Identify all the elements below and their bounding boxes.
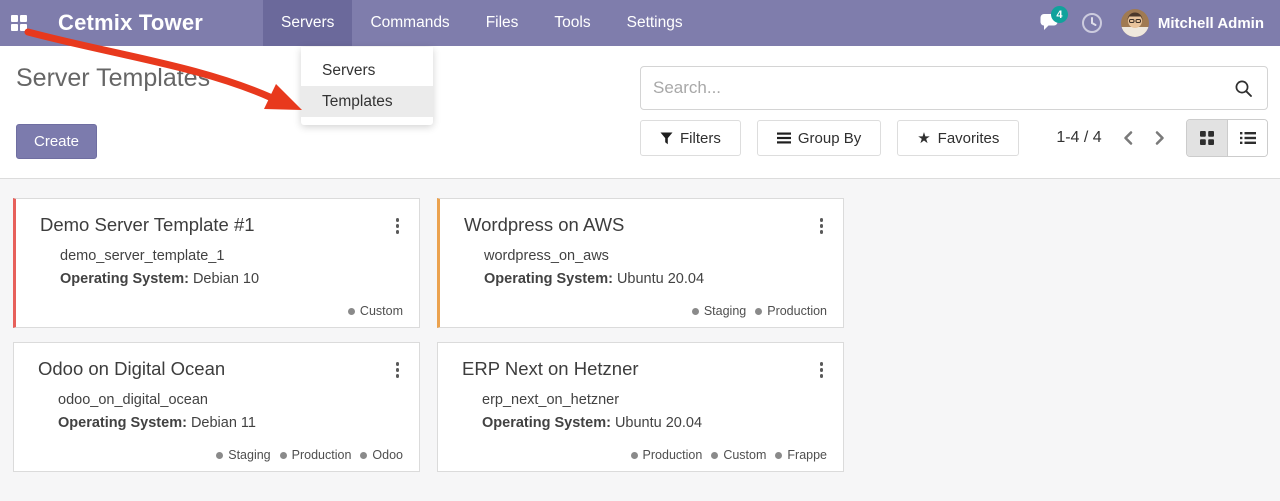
create-button[interactable]: Create [16,124,97,159]
card-slug: odoo_on_digital_ocean [58,389,403,412]
kebab-menu-icon[interactable] [388,214,408,238]
tag: Custom [711,448,766,462]
template-card[interactable]: Wordpress on AWS wordpress_on_aws Operat… [437,198,844,328]
pager-next-button[interactable] [1147,124,1172,152]
card-tags: Staging Production Odoo [216,448,403,462]
menu-item-commands[interactable]: Commands [352,0,467,46]
tag: Staging [692,304,746,318]
control-panel: Server Templates Create Filters Group By [0,46,1280,178]
tag: Frappe [775,448,827,462]
messages-button[interactable]: 4 [1039,13,1063,33]
user-name: Mitchell Admin [1158,15,1264,32]
messages-count-badge: 4 [1051,6,1068,23]
card-slug: wordpress_on_aws [484,245,827,268]
user-menu[interactable]: Mitchell Admin [1121,9,1264,37]
pager-nav [1116,124,1172,152]
main-menu: Servers Commands Files Tools Settings [263,0,701,46]
group-by-icon [777,132,791,144]
tag-dot-icon [692,308,699,315]
menu-item-servers[interactable]: Servers [263,0,352,46]
card-title: ERP Next on Hetzner [462,358,639,380]
template-card[interactable]: Odoo on Digital Ocean odoo_on_digital_oc… [13,342,420,472]
tag-dot-icon [711,452,718,459]
page-title: Server Templates [16,64,210,93]
search-icon[interactable] [1220,79,1267,98]
brand-title: Cetmix Tower [38,0,223,46]
tag-dot-icon [755,308,762,315]
card-slug: demo_server_template_1 [60,245,403,268]
group-by-button[interactable]: Group By [757,120,881,156]
card-title: Demo Server Template #1 [40,214,255,236]
card-tags: Staging Production [692,304,827,318]
avatar [1121,9,1149,37]
search-box [640,66,1268,110]
card-os-line: Operating System: Ubuntu 20.04 [482,412,827,435]
filter-icon [660,132,673,145]
favorites-button[interactable]: ★ Favorites [897,120,1019,156]
pager-previous-button[interactable] [1116,124,1141,152]
kebab-menu-icon[interactable] [388,358,408,382]
activities-button[interactable] [1081,12,1103,34]
card-os-line: Operating System: Ubuntu 20.04 [484,268,827,291]
top-navbar: Cetmix Tower Servers Commands Files Tool… [0,0,1280,46]
tag-dot-icon [348,308,355,315]
kebab-menu-icon[interactable] [812,214,832,238]
filters-button[interactable]: Filters [640,120,741,156]
view-controls: Filters Group By ★ Favorites 1-4 / 4 [640,119,1268,157]
menu-item-tools[interactable]: Tools [536,0,608,46]
card-os-line: Operating System: Debian 11 [58,412,403,435]
kanban-view: Demo Server Template #1 demo_server_temp… [0,178,1280,501]
search-input[interactable] [641,78,1220,98]
view-switcher [1186,119,1268,157]
tag-dot-icon [280,452,287,459]
card-os-line: Operating System: Debian 10 [60,268,403,291]
chevron-right-icon [1153,130,1166,146]
tag: Odoo [360,448,403,462]
chevron-left-icon [1122,130,1135,146]
systray: 4 Mitchell Admin [1039,0,1280,46]
template-card[interactable]: Demo Server Template #1 demo_server_temp… [13,198,420,328]
pager-value[interactable]: 1-4 / 4 [1052,128,1106,148]
dropdown-item-servers[interactable]: Servers [301,55,433,86]
clock-icon [1081,12,1103,34]
tag-dot-icon [360,452,367,459]
tag-dot-icon [775,452,782,459]
pager: 1-4 / 4 [1052,124,1186,152]
card-tags: Custom [348,304,403,318]
template-card[interactable]: ERP Next on Hetzner erp_next_on_hetzner … [437,342,844,472]
tag-dot-icon [631,452,638,459]
card-title: Wordpress on AWS [464,214,624,236]
dropdown-item-templates[interactable]: Templates [301,86,433,117]
tag: Staging [216,448,270,462]
menu-item-settings[interactable]: Settings [609,0,701,46]
tag: Production [280,448,352,462]
tag: Production [631,448,703,462]
servers-dropdown-menu: Servers Templates [301,47,433,125]
list-icon [1240,131,1256,145]
star-icon: ★ [917,131,930,146]
card-title: Odoo on Digital Ocean [38,358,225,380]
apps-menu-button[interactable] [0,0,38,46]
card-tags: Production Custom Frappe [631,448,827,462]
tag: Production [755,304,827,318]
card-slug: erp_next_on_hetzner [482,389,827,412]
tag-dot-icon [216,452,223,459]
apps-grid-icon [11,15,27,31]
kanban-view-button[interactable] [1187,120,1227,156]
tag: Custom [348,304,403,318]
kebab-menu-icon[interactable] [812,358,832,382]
menu-item-files[interactable]: Files [468,0,537,46]
kanban-icon [1200,131,1214,145]
list-view-button[interactable] [1227,120,1267,156]
